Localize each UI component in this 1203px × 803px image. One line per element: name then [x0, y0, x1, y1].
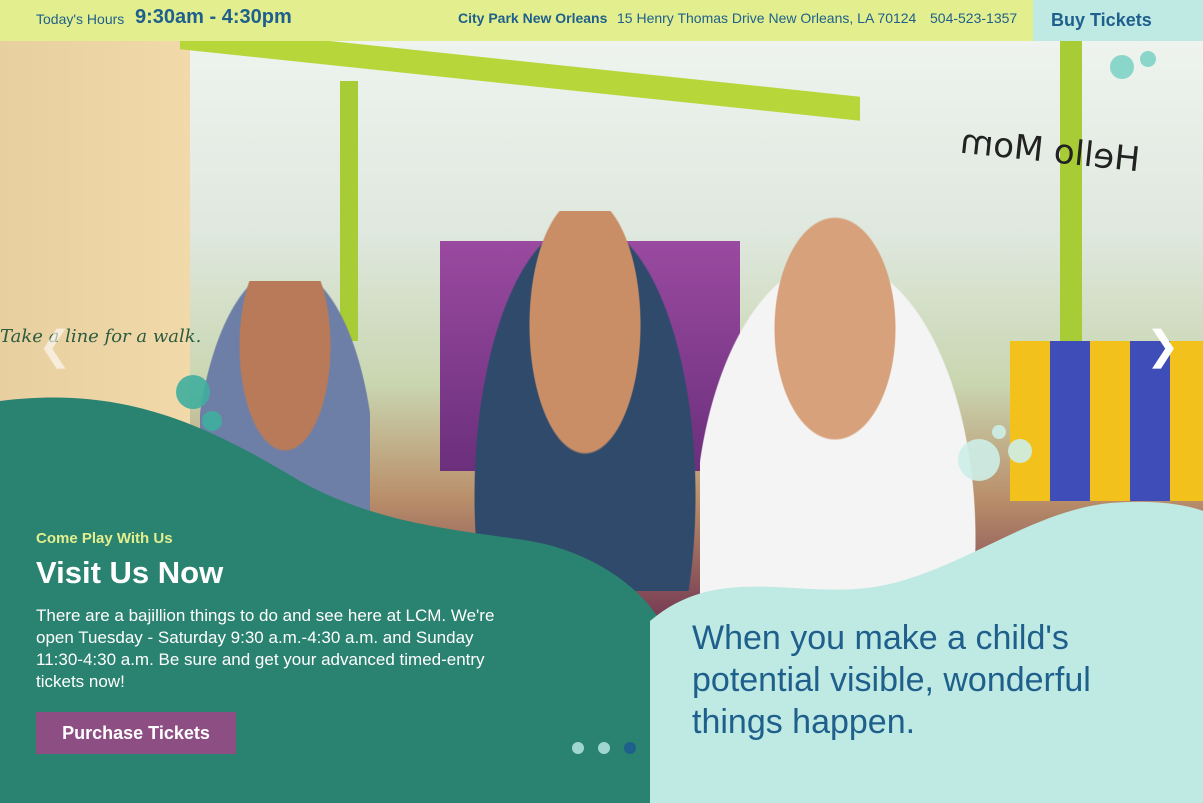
purchase-tickets-button[interactable]: Purchase Tickets: [36, 712, 236, 754]
slide-dot-1[interactable]: [572, 742, 584, 754]
hero-eyebrow: Come Play With Us: [36, 530, 173, 547]
chevron-right-icon[interactable]: ❯: [1146, 326, 1180, 366]
chevron-left-icon[interactable]: ❮: [38, 326, 72, 366]
address[interactable]: 15 Henry Thomas Drive New Orleans, LA 70…: [617, 10, 916, 26]
hours-value: 9:30am - 4:30pm: [135, 6, 292, 28]
hero-title: Visit Us Now: [36, 555, 224, 590]
buy-tickets-button[interactable]: Buy Tickets: [1033, 0, 1203, 41]
top-bar: Today's Hours 9:30am - 4:30pm City Park …: [0, 0, 1203, 41]
slide-dot-3[interactable]: [624, 742, 636, 754]
hero-description: There are a bajillion things to do and s…: [36, 606, 495, 691]
slider-dots: [572, 742, 636, 754]
location-name[interactable]: City Park New Orleans: [458, 10, 607, 26]
hero-tagline: When you make a child's potential visibl…: [692, 619, 1091, 741]
hours-label: Today's Hours: [36, 11, 125, 27]
phone-number[interactable]: 504-523-1357: [930, 10, 1017, 26]
hero-content: Come Play With Us Visit Us Now There are…: [36, 530, 516, 693]
slide-dot-2[interactable]: [598, 742, 610, 754]
